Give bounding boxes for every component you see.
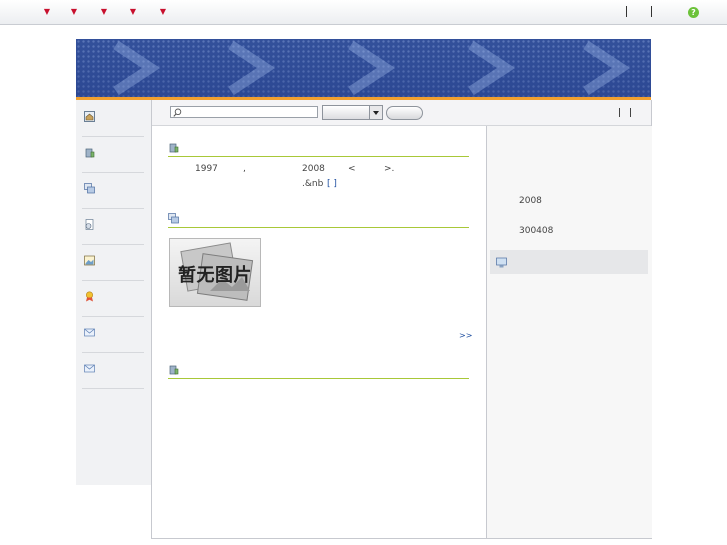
help-icon[interactable]: ? (688, 7, 699, 18)
sidebar-item-documents[interactable] (82, 208, 144, 245)
building-icon (85, 148, 95, 158)
info-year: 2008 (519, 196, 542, 206)
section-header-products (168, 211, 469, 228)
search-category-select[interactable] (322, 105, 383, 120)
search-button[interactable] (386, 106, 423, 120)
left-sidebar (76, 100, 152, 485)
section-header-news (168, 362, 469, 379)
home-icon (84, 111, 95, 122)
sidebar-item-windows[interactable] (82, 172, 144, 209)
top-nav-bar: ▼ ▼ ▼ ▼ ▼ ? (0, 0, 727, 25)
product-image-placeholder[interactable]: 暂无图片 (169, 238, 261, 307)
no-image-label: 暂无图片 (178, 265, 252, 286)
nav-menu-3-chevron-down-icon[interactable]: ▼ (97, 5, 111, 19)
intro-more-link[interactable]: [ ] (327, 179, 337, 189)
windows-icon (168, 213, 179, 224)
right-info-column: 2008 300408 (486, 126, 652, 538)
products-more-link[interactable]: >> (459, 331, 472, 340)
award-icon (85, 291, 94, 302)
document-icon (85, 219, 94, 230)
sidebar-item-contact[interactable] (82, 352, 144, 389)
nav-separator (626, 6, 627, 17)
toolbar-separator (619, 108, 620, 117)
header-banner (76, 39, 651, 97)
computer-icon (496, 257, 507, 268)
building-icon (169, 143, 179, 153)
mail-icon (84, 328, 95, 337)
intro-text-year-2008: 2008 (302, 164, 325, 174)
windows-icon (84, 183, 95, 194)
nav-menu-4-chevron-down-icon[interactable]: ▼ (126, 5, 140, 19)
main-panel: 1997 , 2008 < >. .&nb [ ] 暂无图片 >> 2008 3… (151, 100, 652, 539)
picture-icon (84, 255, 95, 266)
nav-separator (651, 6, 652, 17)
intro-text-gt: >. (384, 164, 395, 174)
intro-text-lt: < (348, 164, 356, 174)
chevron-down-icon[interactable] (369, 106, 382, 119)
nav-menu-5-chevron-down-icon[interactable]: ▼ (156, 5, 170, 19)
banner-arrows-graphic (113, 40, 631, 96)
sidebar-item-message[interactable] (82, 316, 144, 353)
sidebar-item-pictures[interactable] (82, 244, 144, 281)
info-highlight-row[interactable] (490, 250, 648, 274)
nav-menu-2-chevron-down-icon[interactable]: ▼ (67, 5, 81, 19)
intro-text-comma: , (243, 164, 246, 174)
section-header-company-intro (168, 140, 469, 157)
nav-menu-1-chevron-down-icon[interactable]: ▼ (40, 5, 54, 19)
intro-text-nbsp: .&nb (302, 179, 324, 189)
building-icon (169, 365, 179, 375)
info-code: 300408 (519, 226, 554, 236)
search-icon (173, 108, 182, 117)
mail-icon (84, 364, 95, 373)
search-input[interactable] (170, 106, 318, 118)
intro-text-year-1997: 1997 (195, 164, 218, 174)
sidebar-item-company[interactable] (82, 136, 144, 173)
search-toolbar (152, 100, 651, 126)
toolbar-separator (630, 108, 631, 117)
sidebar-item-home[interactable] (82, 100, 144, 137)
sidebar-item-honors[interactable] (82, 280, 144, 317)
content-column: 1997 , 2008 < >. .&nb [ ] 暂无图片 >> (152, 126, 486, 538)
